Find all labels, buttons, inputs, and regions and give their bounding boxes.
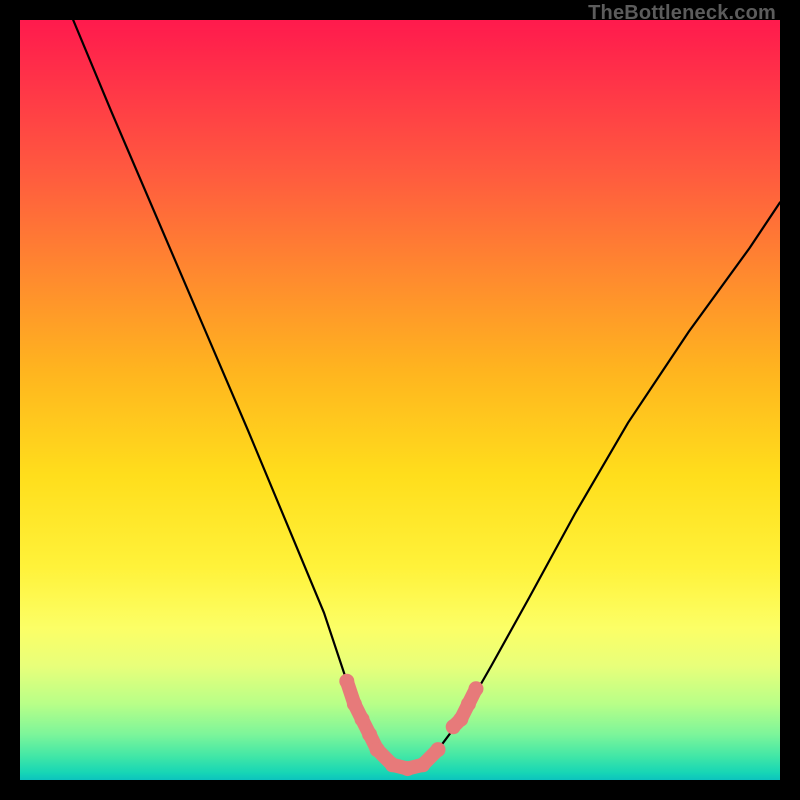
highlight-dot [370, 742, 385, 757]
highlight-dot [431, 742, 446, 757]
highlight-dot [339, 674, 354, 689]
highlight-dot [453, 712, 468, 727]
highlight-dot [469, 681, 484, 696]
highlight-dot [362, 727, 377, 742]
highlight-dot [415, 757, 430, 772]
highlight-dot [385, 757, 400, 772]
highlight-markers [339, 674, 483, 776]
curve-svg [20, 20, 780, 780]
bottleneck-curve [73, 20, 780, 769]
highlight-dot [355, 712, 370, 727]
highlight-dot [400, 761, 415, 776]
highlight-dot [347, 697, 362, 712]
chart-frame: TheBottleneck.com [0, 0, 800, 800]
plot-area [20, 20, 780, 780]
highlight-dot [461, 697, 476, 712]
